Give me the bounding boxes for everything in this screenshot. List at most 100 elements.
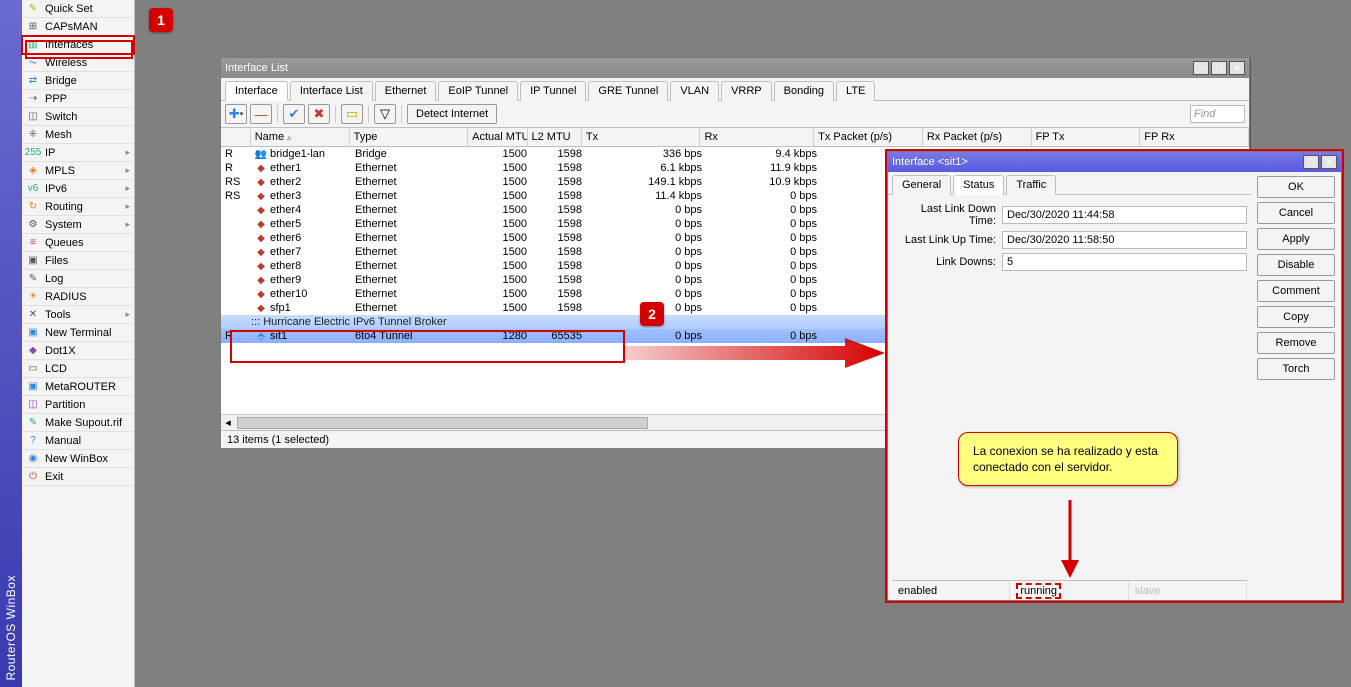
rx-cell: 0 bps [706,189,821,203]
tab-status[interactable]: Status [953,175,1004,195]
column-header[interactable] [221,128,251,146]
tab-interface[interactable]: Interface [225,81,288,101]
files-icon: ▣ [26,254,40,268]
column-header[interactable]: Tx [582,128,701,146]
l2mtu-cell: 1598 [531,217,586,231]
sidebar-item-ip[interactable]: 255IP▸ [22,144,134,162]
sidebar-item-wireless[interactable]: ⏦Wireless [22,54,134,72]
toolbar: ✚▾ — ✔ ✖ ▭ ▽ Detect Internet Find [221,101,1249,128]
comment-button[interactable]: Comment [1257,280,1335,302]
sidebar-item-new-terminal[interactable]: ▣New Terminal [22,324,134,342]
close-button[interactable]: ✕ [1321,155,1337,169]
close-button[interactable]: ✕ [1229,61,1245,75]
l2mtu-cell: 1598 [531,273,586,287]
sidebar-item-dot1x[interactable]: ◆Dot1X [22,342,134,360]
tab-eoip-tunnel[interactable]: EoIP Tunnel [438,81,518,101]
disable-button[interactable]: ✖ [308,104,330,124]
sidebar-item-mesh[interactable]: ⁜Mesh [22,126,134,144]
column-header[interactable]: FP Tx [1032,128,1141,146]
tab-lte[interactable]: LTE [836,81,875,101]
sidebar-item-system[interactable]: ⚙System▸ [22,216,134,234]
sidebar-item-ipv6[interactable]: v6IPv6▸ [22,180,134,198]
apply-button[interactable]: Apply [1257,228,1335,250]
tx-cell: 11.4 kbps [586,189,706,203]
tab-vrrp[interactable]: VRRP [721,81,772,101]
tab-interface-list[interactable]: Interface List [290,81,373,101]
column-header[interactable]: Actual MTU [468,128,527,146]
tx-cell: 0 bps [586,231,706,245]
field-value[interactable]: Dec/30/2020 11:58:50 [1002,231,1247,249]
detect-internet-button[interactable]: Detect Internet [407,104,497,124]
minimize-button[interactable]: — [1193,61,1209,75]
column-header[interactable]: Rx [700,128,814,146]
sidebar-item-log[interactable]: ✎Log [22,270,134,288]
l2mtu-cell: 1598 [531,189,586,203]
sidebar-item-routing[interactable]: ↻Routing▸ [22,198,134,216]
ppp-icon: ⇢ [26,92,40,106]
sidebar-item-mpls[interactable]: ◈MPLS▸ [22,162,134,180]
column-header[interactable]: Rx Packet (p/s) [923,128,1032,146]
column-header[interactable]: Tx Packet (p/s) [814,128,923,146]
sidebar-item-partition[interactable]: ◫Partition [22,396,134,414]
sidebar-item-radius[interactable]: ☀RADIUS [22,288,134,306]
column-header[interactable]: Name▵ [251,128,350,146]
tab-vlan[interactable]: VLAN [670,81,719,101]
tx-cell: 0 bps [586,287,706,301]
sidebar-item-make-supout-rif[interactable]: ✎Make Supout.rif [22,414,134,432]
tx-cell: 0 bps [586,217,706,231]
column-header[interactable]: Type [350,128,469,146]
sidebar-item-capsman[interactable]: ⊞CAPsMAN [22,18,134,36]
sidebar-item-files[interactable]: ▣ Files [22,252,134,270]
maximize-button[interactable]: □ [1303,155,1319,169]
interfaces-icon: ▥ [26,38,40,52]
sidebar-item-queues[interactable]: ≡Queues [22,234,134,252]
mtu-cell: 1500 [471,203,531,217]
sidebar-item-label: Log [45,273,63,285]
sidebar-item-exit[interactable]: ⏻Exit [22,468,134,486]
sidebar-item-label: Bridge [45,75,77,87]
ok-button[interactable]: OK [1257,176,1335,198]
remove-button[interactable]: Remove [1257,332,1335,354]
window-titlebar[interactable]: Interface <sit1> □ ✕ [888,152,1341,172]
find-input[interactable]: Find [1190,105,1245,123]
field-value[interactable]: 5 [1002,253,1247,271]
sidebar-item-interfaces[interactable]: ▥Interfaces [22,36,134,54]
sidebar-item-bridge[interactable]: ⇄Bridge [22,72,134,90]
column-header[interactable]: FP Rx [1140,128,1249,146]
maximize-button[interactable]: □ [1211,61,1227,75]
column-header[interactable]: L2 MTU [528,128,582,146]
torch-button[interactable]: Torch [1257,358,1335,380]
tab-bonding[interactable]: Bonding [774,81,834,101]
sidebar-item-label: MetaROUTER [45,381,116,393]
filter-button[interactable]: ▽ [374,104,396,124]
sidebar-item-tools[interactable]: ✕Tools▸ [22,306,134,324]
sidebar-item-quick-set[interactable]: ✎Quick Set [22,0,134,18]
type-cell: Ethernet [351,217,471,231]
copy-button[interactable]: Copy [1257,306,1335,328]
disable-button[interactable]: Disable [1257,254,1335,276]
tab-general[interactable]: General [892,175,951,195]
interface-icon: ◆ [255,288,267,300]
window-titlebar[interactable]: Interface List — □ ✕ [221,58,1249,78]
sidebar-item-manual[interactable]: ?Manual [22,432,134,450]
tab-ethernet[interactable]: Ethernet [375,81,437,101]
tab-traffic[interactable]: Traffic [1006,175,1056,195]
comment-button[interactable]: ▭ [341,104,363,124]
tab-ip-tunnel[interactable]: IP Tunnel [520,81,586,101]
tab-gre-tunnel[interactable]: GRE Tunnel [588,81,668,101]
sidebar-item-ppp[interactable]: ⇢PPP [22,90,134,108]
flag-cell [221,301,251,315]
form-row: Last Link Up Time:Dec/30/2020 11:58:50 [892,231,1247,249]
field-value[interactable]: Dec/30/2020 11:44:58 [1002,206,1247,224]
add-button[interactable]: ✚▾ [225,104,247,124]
remove-button[interactable]: — [250,104,272,124]
sidebar-item-metarouter[interactable]: ▣MetaROUTER [22,378,134,396]
mtu-cell: 1500 [471,259,531,273]
sidebar-item-label: Files [45,255,68,267]
sidebar-item-switch[interactable]: ◫Switch [22,108,134,126]
cancel-button[interactable]: Cancel [1257,202,1335,224]
enable-button[interactable]: ✔ [283,104,305,124]
type-cell: Ethernet [351,245,471,259]
sidebar-item-new-winbox[interactable]: ◉New WinBox [22,450,134,468]
sidebar-item-lcd[interactable]: ▭LCD [22,360,134,378]
